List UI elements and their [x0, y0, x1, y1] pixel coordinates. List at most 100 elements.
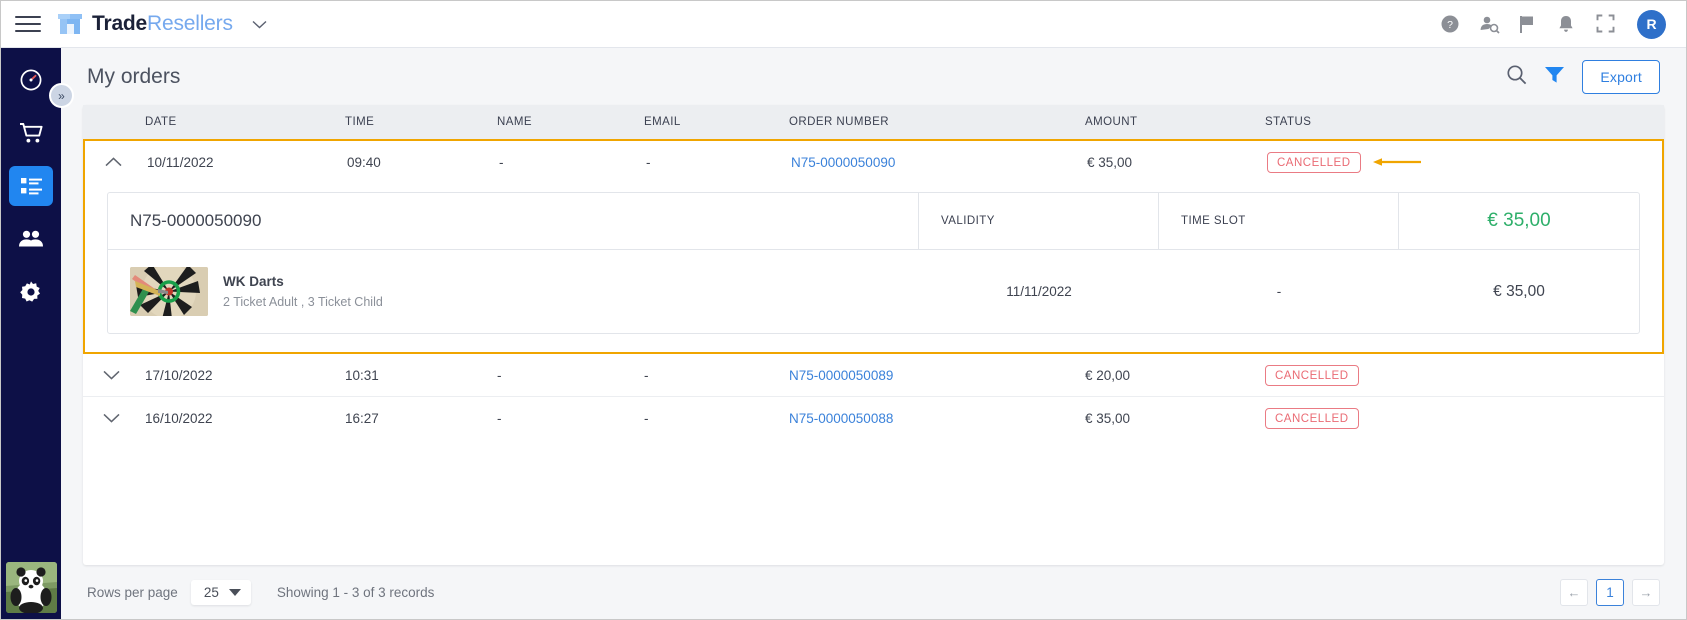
user-search-icon[interactable]: [1479, 14, 1500, 34]
pagination: ← 1 →: [1560, 578, 1660, 606]
storefront-icon: [57, 12, 83, 36]
cell-order-number-link[interactable]: N75-0000050090: [791, 155, 895, 170]
table-header-amount: AMOUNT: [1085, 116, 1138, 128]
sidebar-item-orders[interactable]: [9, 166, 53, 206]
detail-timeslot-value: -: [1276, 284, 1282, 299]
annotation-arrow: [1372, 156, 1422, 168]
sidebar-item-shop[interactable]: [9, 113, 53, 153]
search-icon[interactable]: [1506, 64, 1527, 90]
detail-timeslot-label: TIME SLOT: [1159, 193, 1399, 249]
filter-icon[interactable]: [1544, 65, 1565, 89]
chevron-down-icon: [102, 411, 120, 426]
menu-toggle-icon[interactable]: [15, 13, 41, 35]
brand-name-secondary: Resellers: [147, 12, 233, 35]
table-header-date: DATE: [145, 116, 177, 128]
status-badge: CANCELLED: [1265, 364, 1359, 386]
cell-amount: € 20,00: [1085, 367, 1131, 383]
chevron-down-icon: [102, 368, 120, 383]
table-header-time: TIME: [345, 116, 375, 128]
rows-per-page-select[interactable]: 25: [190, 579, 251, 605]
cell-status: CANCELLED: [1261, 152, 1662, 173]
cell-email: -: [644, 411, 649, 426]
table-header-status: STATUS: [1265, 116, 1312, 128]
sidebar-item-settings[interactable]: [9, 272, 53, 312]
fullscreen-icon[interactable]: [1596, 14, 1616, 34]
cell-date: 17/10/2022: [145, 367, 213, 383]
table-header-name: NAME: [497, 116, 533, 128]
bell-icon[interactable]: [1557, 14, 1577, 34]
sidebar-item-dashboard[interactable]: [9, 60, 53, 100]
avatar[interactable]: R: [1637, 9, 1666, 39]
chevron-down-icon: [228, 588, 241, 596]
top-bar: TradeResellers ? R: [1, 1, 1686, 48]
cell-name: -: [499, 155, 504, 170]
pagination-page-1[interactable]: 1: [1596, 578, 1624, 606]
cell-date: 10/11/2022: [147, 155, 214, 170]
cell-name: -: [497, 367, 502, 383]
cell-time: 16:27: [345, 411, 379, 426]
table-row[interactable]: 10/11/2022 09:40 - - N75-0000050090 € 35…: [85, 141, 1662, 184]
order-detail-header: N75-0000050090 VALIDITY TIME SLOT € 35,0…: [108, 193, 1639, 250]
status-badge: CANCELLED: [1267, 152, 1361, 173]
top-bar-actions: ? R: [1440, 9, 1666, 39]
cell-date: 16/10/2022: [145, 411, 213, 426]
order-detail-line-item: WK Darts 2 Ticket Adult , 3 Ticket Child…: [108, 250, 1639, 333]
shopping-cart-icon: [19, 121, 44, 145]
flag-icon[interactable]: [1518, 14, 1538, 34]
cell-email: -: [646, 155, 651, 170]
page-title: My orders: [87, 64, 181, 88]
pagination-next-button[interactable]: →: [1632, 578, 1660, 606]
application-window: TradeResellers ? R » My orders Export DA…: [0, 0, 1687, 620]
sidebar-item-customers[interactable]: [9, 219, 53, 259]
order-detail-card: N75-0000050090 VALIDITY TIME SLOT € 35,0…: [107, 192, 1640, 334]
page-actions: Export: [1506, 59, 1660, 94]
cell-order-number-link[interactable]: N75-0000050089: [789, 368, 893, 383]
row-expand-toggle[interactable]: [83, 368, 139, 383]
cell-amount: € 35,00: [1087, 155, 1133, 170]
cell-order-number-link[interactable]: N75-0000050088: [789, 411, 893, 426]
help-icon[interactable]: ?: [1440, 14, 1460, 34]
cell-email: -: [644, 367, 649, 383]
cell-time: 09:40: [347, 155, 381, 170]
svg-text:?: ?: [1447, 19, 1453, 31]
cell-status: CANCELLED: [1259, 364, 1664, 386]
table-header-row: DATE TIME NAME EMAIL ORDER NUMBER AMOUNT…: [83, 105, 1664, 139]
main-content: My orders Export DATE TIME NAME EMAIL OR…: [61, 48, 1686, 619]
order-detail-panel: N75-0000050090 VALIDITY TIME SLOT € 35,0…: [85, 184, 1662, 352]
list-icon: [20, 176, 43, 197]
detail-line-total: € 35,00: [1493, 282, 1545, 300]
detail-order-number: N75-0000050090: [108, 193, 919, 249]
cell-amount: € 35,00: [1085, 411, 1131, 426]
panda-logo[interactable]: [5, 562, 57, 613]
row-collapse-toggle[interactable]: [85, 155, 141, 170]
table-row[interactable]: 16/10/2022 16:27 - - N75-0000050088 € 35…: [83, 397, 1664, 440]
table-row[interactable]: 17/10/2022 10:31 - - N75-0000050089 € 20…: [83, 354, 1664, 397]
status-badge: CANCELLED: [1265, 408, 1359, 429]
brand-logo[interactable]: TradeResellers: [57, 12, 267, 36]
highlighted-order-group: 10/11/2022 09:40 - - N75-0000050090 € 35…: [83, 139, 1664, 354]
chevron-up-icon: [104, 155, 122, 170]
records-count-label: Showing 1 - 3 of 3 records: [276, 584, 435, 600]
rows-per-page-value: 25: [203, 584, 219, 600]
cell-name: -: [497, 411, 502, 426]
pagination-prev-button[interactable]: ←: [1560, 578, 1588, 606]
detail-validity-value: 11/11/2022: [1006, 284, 1072, 299]
table-footer: Rows per page 25 Showing 1 - 3 of 3 reco…: [83, 565, 1664, 619]
export-button[interactable]: Export: [1582, 59, 1660, 94]
detail-product-text: WK Darts 2 Ticket Adult , 3 Ticket Child: [223, 274, 383, 309]
detail-product-tickets: 2 Ticket Adult , 3 Ticket Child: [223, 295, 383, 309]
chevron-down-icon[interactable]: [252, 17, 267, 32]
table-header-email: EMAIL: [644, 116, 681, 128]
speedometer-icon: [19, 68, 43, 92]
cell-time: 10:31: [345, 367, 379, 383]
table-header-order-number: ORDER NUMBER: [789, 116, 889, 128]
users-icon: [18, 229, 44, 249]
detail-order-total: € 35,00: [1487, 210, 1551, 231]
sidebar-footer: [1, 562, 61, 619]
row-expand-toggle[interactable]: [83, 411, 139, 426]
dartboard-thumbnail-image: [130, 267, 208, 316]
orders-table: DATE TIME NAME EMAIL ORDER NUMBER AMOUNT…: [83, 105, 1664, 565]
app-body: » My orders Export DATE TIME NAME EMAIL …: [1, 48, 1686, 619]
sidebar-collapse-toggle[interactable]: »: [49, 83, 74, 108]
cell-status: CANCELLED: [1259, 408, 1664, 429]
